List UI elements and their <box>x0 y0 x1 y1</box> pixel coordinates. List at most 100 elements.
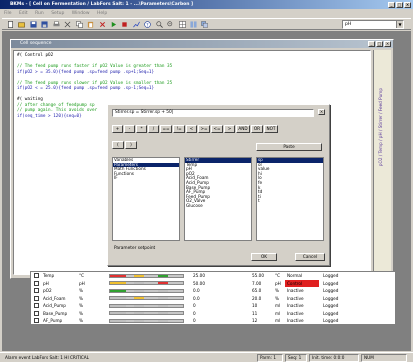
parameter-bar <box>109 311 184 315</box>
plus-button[interactable]: + <box>112 125 123 133</box>
close-button[interactable]: × <box>318 109 325 115</box>
table-row[interactable]: Acid_Foam% 0.0 20.0% Inactive Logged <box>31 294 395 302</box>
row-checkbox[interactable] <box>34 280 39 286</box>
menu-bar: File Edit Run Setup Window Help <box>4 10 413 17</box>
new-file-icon[interactable] <box>6 20 15 29</box>
parameter-table: Temp °C 25.00 55.00 °C Normal Logged pH pH 50.00 7… <box>30 271 396 325</box>
parameter-setpoint: 12 <box>252 318 258 323</box>
parameter-name: Temp <box>43 273 55 278</box>
chart-icon[interactable] <box>132 20 141 29</box>
expression-input[interactable]: Stirrer.sp = Stirrer.sp + 50| <box>112 109 314 117</box>
run-icon[interactable] <box>109 20 118 29</box>
side-tab-labels: pO2 / Temp / pH / Stirrer / Feed Pump <box>378 88 383 167</box>
row-checkbox[interactable] <box>34 273 39 278</box>
save-all-icon[interactable] <box>40 20 49 29</box>
table-row[interactable]: pH pH 50.00 7.00 pH Control Logged <box>31 279 395 287</box>
divide-button[interactable]: / <box>148 125 159 133</box>
save-icon[interactable] <box>29 20 38 29</box>
category-list[interactable]: Variables Parameters Math Functions Func… <box>112 157 180 241</box>
menu-help[interactable]: Help <box>97 11 107 16</box>
table-row[interactable]: pO2% 0.0 65.0% Inactive Logged <box>31 287 395 294</box>
window-cascade-icon[interactable] <box>200 20 209 29</box>
greater-equal-button[interactable]: >= <box>198 125 210 133</box>
less-than-button[interactable]: < <box>186 125 197 133</box>
paste-button[interactable]: Paste <box>256 143 322 151</box>
side-tab-temp[interactable]: Temp <box>378 142 383 153</box>
log-status: Logged <box>323 303 339 308</box>
side-tab-feed-pump[interactable]: Feed Pump <box>378 88 383 111</box>
menu-run[interactable]: Run <box>35 11 44 16</box>
equals-button[interactable]: == <box>160 125 172 133</box>
ok-button[interactable]: OK <box>251 253 277 261</box>
paste-icon[interactable] <box>86 20 95 29</box>
stop-icon[interactable] <box>120 20 129 29</box>
parameter-unit2: pH <box>275 280 281 286</box>
side-tab-ph[interactable]: pH <box>378 132 383 138</box>
list-item[interactable]: Glucose <box>185 203 251 209</box>
table-row[interactable]: Temp °C 25.00 55.00 °C Normal Logged <box>31 272 395 279</box>
list-item[interactable]: t <box>257 199 323 204</box>
minimize-button[interactable]: _ <box>368 40 375 47</box>
close-paren-button[interactable]: ) <box>125 141 137 149</box>
side-tab-stirrer[interactable]: Stirrer <box>378 115 383 128</box>
cut-icon[interactable] <box>63 20 72 29</box>
parameter-setpoint: 10 <box>252 303 258 308</box>
print-icon[interactable] <box>52 20 61 29</box>
not-equals-button[interactable]: != <box>173 125 185 133</box>
open-paren-button[interactable]: ( <box>112 141 124 149</box>
menu-setup[interactable]: Setup <box>51 11 64 16</box>
bar-segment <box>134 282 144 284</box>
close-button[interactable]: × <box>384 40 391 47</box>
table-row[interactable]: Acid_Pump% 0 10 ml Inactive Logged <box>31 302 395 309</box>
row-checkbox[interactable] <box>34 295 39 301</box>
help-icon[interactable]: ? <box>143 20 152 29</box>
menu-window[interactable]: Window <box>72 11 90 16</box>
parameter-name: AF_Pump <box>43 318 63 323</box>
bar-segment <box>110 289 126 292</box>
greater-than-button[interactable]: > <box>224 125 235 133</box>
minimize-button[interactable]: _ <box>388 2 395 8</box>
side-tab-po2[interactable]: pO2 <box>378 158 383 167</box>
and-button[interactable]: AND <box>236 125 250 133</box>
cancel-button[interactable]: Cancel <box>295 253 325 261</box>
row-checkbox[interactable] <box>34 288 39 293</box>
multiply-button[interactable]: * <box>136 125 147 133</box>
or-button[interactable]: OR <box>251 125 263 133</box>
chevron-down-icon[interactable]: ▼ <box>396 21 403 28</box>
bar-segment <box>134 297 144 299</box>
property-list[interactable]: sp ol value hi lo fe k td ti t <box>256 157 324 241</box>
parameter-combo[interactable]: pH ▼ <box>342 20 404 29</box>
copy-icon[interactable] <box>75 20 84 29</box>
delete-icon[interactable] <box>98 20 107 29</box>
state-badge: Inactive <box>285 309 319 317</box>
maximize-button[interactable]: □ <box>376 40 383 47</box>
sequence-window-controls: _ □ × <box>367 40 391 48</box>
row-checkbox[interactable] <box>34 318 39 323</box>
menu-file[interactable]: File <box>4 11 12 16</box>
zoom-in-icon[interactable] <box>155 20 164 29</box>
bar-segment <box>158 319 168 322</box>
bar-segment <box>110 319 126 322</box>
bar-segment <box>158 312 168 314</box>
list-item[interactable]: IF <box>113 176 179 181</box>
grid-icon[interactable] <box>178 20 187 29</box>
table-row[interactable]: AF_Pump% 0 12 ml Inactive Logged <box>31 317 395 324</box>
parameter-list[interactable]: Stirrer Temp pH pO2 Acid_Foam Acid_Pump … <box>184 157 252 241</box>
maximize-button[interactable]: □ <box>396 2 403 8</box>
minus-button[interactable]: - <box>124 125 135 133</box>
not-button[interactable]: NOT <box>264 125 278 133</box>
row-checkbox[interactable] <box>34 303 39 308</box>
row-checkbox[interactable] <box>34 310 39 316</box>
table-row[interactable]: Base_Pump% 0 11 ml Inactive Logged <box>31 309 395 317</box>
open-folder-icon[interactable] <box>17 20 26 29</box>
window-tile-icon[interactable] <box>189 20 198 29</box>
log-status: Logged <box>323 310 339 316</box>
log-status: Logged <box>323 280 339 286</box>
zoom-out-icon[interactable] <box>166 20 175 29</box>
parameter-rows: Temp °C 25.00 55.00 °C Normal Logged pH pH 50.00 7… <box>31 272 395 324</box>
parameter-unit2: ml <box>275 318 281 323</box>
less-equal-button[interactable]: <= <box>211 125 223 133</box>
app-title: BKMs - [ Cell on Fermentation / LabFors … <box>10 2 194 7</box>
close-button[interactable]: × <box>404 2 411 8</box>
menu-edit[interactable]: Edit <box>19 11 28 16</box>
